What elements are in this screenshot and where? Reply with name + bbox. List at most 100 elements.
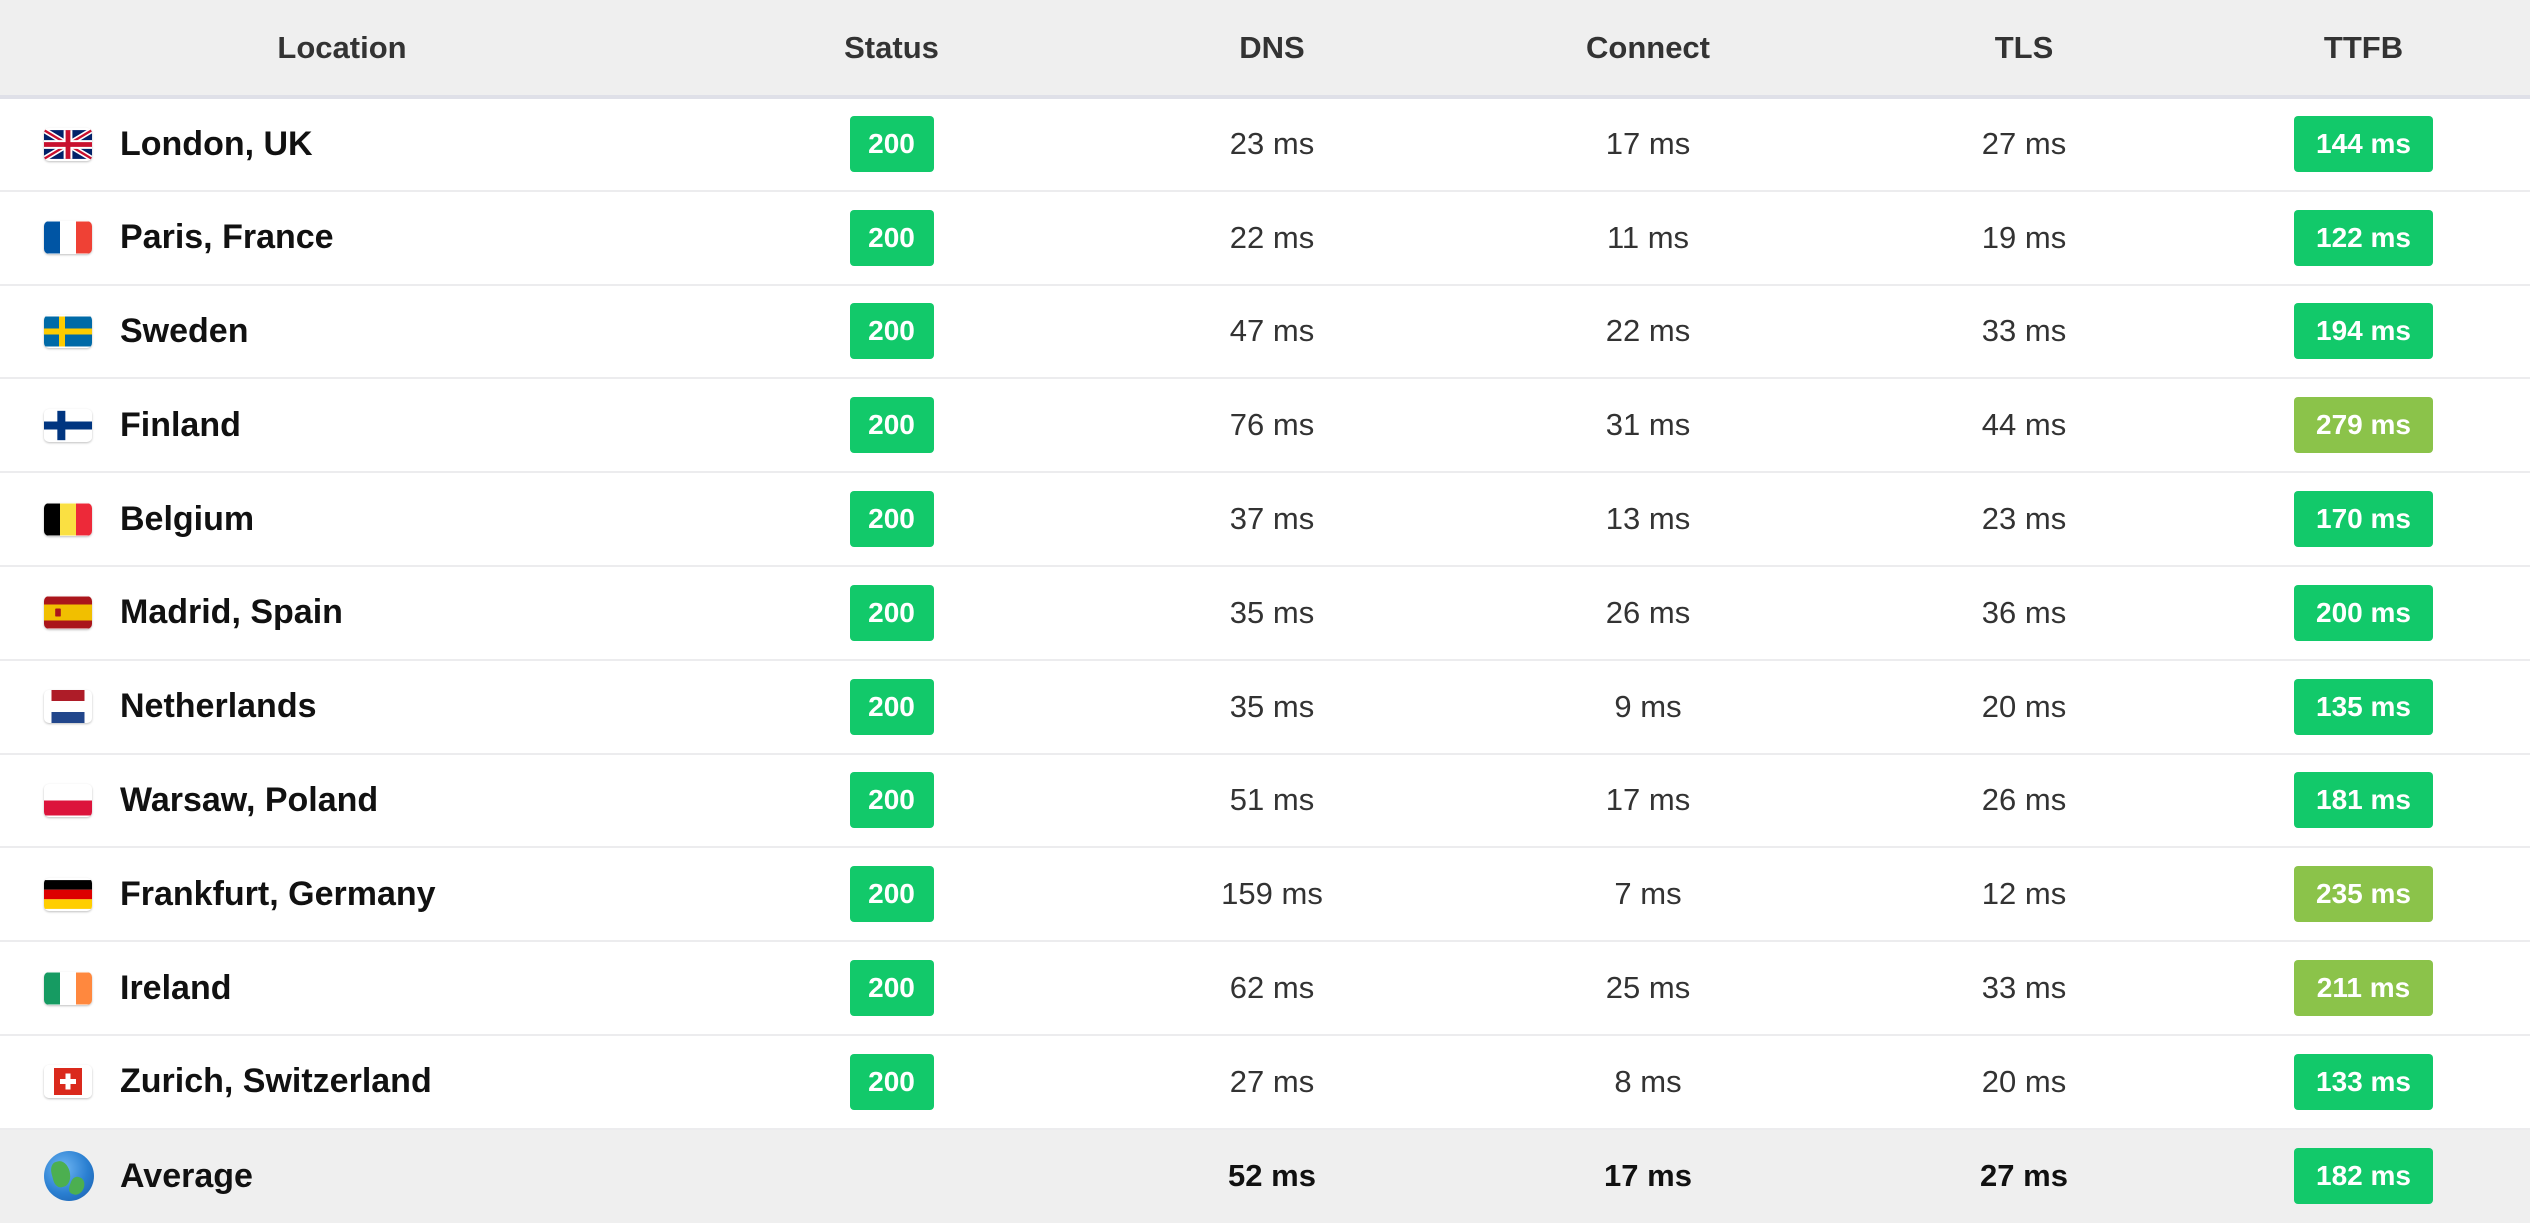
dns-value: 62 ms xyxy=(1229,970,1315,1006)
ttfb-cell: 194 ms xyxy=(2197,285,2530,379)
connect-value: 17 ms xyxy=(1605,782,1691,818)
switzerland-flag-icon xyxy=(44,1065,92,1099)
location-cell: Frankfurt, Germany xyxy=(0,847,684,941)
tls-value: 27 ms xyxy=(1981,126,2067,162)
connect-value: 26 ms xyxy=(1605,594,1691,630)
header-status[interactable]: Status xyxy=(684,0,1099,99)
location-name: Zurich, Switzerland xyxy=(120,1062,432,1101)
connect-value: 25 ms xyxy=(1605,970,1691,1006)
tls-value: 20 ms xyxy=(1981,688,2067,724)
table-row: London, UK 200 23 ms 17 ms 27 ms 144 ms xyxy=(0,97,2530,191)
dns-value: 35 ms xyxy=(1229,594,1315,630)
average-tls: 27 ms xyxy=(1980,1158,2068,1194)
location-cell: Warsaw, Poland xyxy=(0,754,684,848)
status-cell: 200 xyxy=(684,378,1099,472)
location-name: Sweden xyxy=(120,311,249,350)
connect-value: 8 ms xyxy=(1614,1063,1682,1099)
table-row: Zurich, Switzerland 200 27 ms 8 ms 20 ms 133 … xyxy=(0,1035,2530,1129)
status-cell: 200 xyxy=(684,941,1099,1035)
dns-value: 23 ms xyxy=(1229,126,1315,162)
finland-flag-icon xyxy=(44,409,92,442)
ttfb-badge: 135 ms xyxy=(2294,678,2433,735)
ttfb-badge: 133 ms xyxy=(2294,1053,2433,1110)
connect-value: 22 ms xyxy=(1605,313,1691,349)
ireland-flag-icon xyxy=(44,972,92,1005)
status-badge: 200 xyxy=(849,584,934,641)
average-row: Average 52 ms 17 ms 27 ms 182 ms xyxy=(0,1128,2530,1223)
ttfb-badge: 279 ms xyxy=(2294,397,2433,454)
average-connect: 17 ms xyxy=(1604,1158,1692,1194)
uk-flag-icon xyxy=(44,127,92,161)
germany-flag-icon xyxy=(44,878,92,911)
status-badge: 200 xyxy=(849,209,934,266)
tls-value: 12 ms xyxy=(1981,876,2067,912)
location-name: London, UK xyxy=(120,124,313,163)
status-cell: 200 xyxy=(684,1035,1099,1129)
connect-value: 7 ms xyxy=(1614,876,1682,912)
header-ttfb[interactable]: TTFB xyxy=(2197,0,2530,99)
status-cell: 200 xyxy=(684,566,1099,660)
header-row: Location Status DNS Connect TLS TTFB xyxy=(0,0,2530,99)
ttfb-badge: 122 ms xyxy=(2294,209,2433,266)
ttfb-cell: 200 ms xyxy=(2197,566,2530,660)
status-badge: 200 xyxy=(849,772,934,829)
status-cell: 200 xyxy=(684,285,1099,379)
location-name: Frankfurt, Germany xyxy=(120,874,436,913)
header-location[interactable]: Location xyxy=(0,0,684,99)
status-cell: 200 xyxy=(684,472,1099,566)
table-body: London, UK 200 23 ms 17 ms 27 ms 144 ms Paris,… xyxy=(0,97,2530,1223)
connect-value: 13 ms xyxy=(1605,501,1691,537)
ttfb-badge: 181 ms xyxy=(2294,772,2433,829)
tls-value: 26 ms xyxy=(1981,782,2067,818)
ttfb-cell: 133 ms xyxy=(2197,1035,2530,1129)
dns-value: 51 ms xyxy=(1229,782,1315,818)
connect-value: 31 ms xyxy=(1605,407,1691,443)
speed-test-table: Location Status DNS Connect TLS TTFB Lon… xyxy=(0,0,2530,1223)
average-ttfb-badge: 182 ms xyxy=(2294,1148,2433,1205)
status-badge: 200 xyxy=(849,960,934,1017)
status-badge: 200 xyxy=(849,491,934,548)
tls-value: 19 ms xyxy=(1981,219,2067,255)
ttfb-cell: 279 ms xyxy=(2197,378,2530,472)
location-cell: London, UK xyxy=(0,97,684,191)
header-connect[interactable]: Connect xyxy=(1445,0,1851,99)
location-cell: Finland xyxy=(0,378,684,472)
belgium-flag-icon xyxy=(44,503,92,536)
table-row: Finland 200 76 ms 31 ms 44 ms 279 ms xyxy=(0,378,2530,473)
ttfb-cell: 181 ms xyxy=(2197,754,2530,848)
netherlands-flag-icon xyxy=(44,690,92,724)
location-name: Warsaw, Poland xyxy=(120,780,379,819)
france-flag-icon xyxy=(44,221,92,254)
spain-flag-icon xyxy=(44,596,92,629)
ttfb-badge: 144 ms xyxy=(2294,116,2433,173)
status-cell: 200 xyxy=(684,191,1099,285)
dns-value: 35 ms xyxy=(1229,688,1315,724)
tls-value: 20 ms xyxy=(1981,1063,2067,1099)
ttfb-cell: 135 ms xyxy=(2197,660,2530,754)
status-badge: 200 xyxy=(849,397,934,454)
tls-value: 44 ms xyxy=(1981,407,2067,443)
header-dns[interactable]: DNS xyxy=(1099,0,1445,99)
tls-value: 33 ms xyxy=(1981,970,2067,1006)
status-cell: 200 xyxy=(684,97,1099,191)
dns-value: 37 ms xyxy=(1229,501,1315,537)
location-name: Finland xyxy=(120,405,241,444)
tls-value: 36 ms xyxy=(1981,594,2067,630)
table-row: Ireland 200 62 ms 25 ms 33 ms 211 ms xyxy=(0,941,2530,1035)
ttfb-badge: 211 ms xyxy=(2294,960,2433,1017)
status-badge: 200 xyxy=(849,866,934,923)
table-header: Location Status DNS Connect TLS TTFB xyxy=(0,0,2530,99)
location-cell: Netherlands xyxy=(0,660,684,754)
sweden-flag-icon xyxy=(44,315,92,348)
status-cell: 200 xyxy=(684,847,1099,941)
header-tls[interactable]: TLS xyxy=(1851,0,2197,99)
tls-value: 33 ms xyxy=(1981,313,2067,349)
ttfb-badge: 170 ms xyxy=(2294,491,2433,548)
table-row: Paris, France 200 22 ms 11 ms 19 ms 122 ms xyxy=(0,191,2530,285)
status-cell: 200 xyxy=(684,660,1099,754)
dns-value: 159 ms xyxy=(1221,876,1323,912)
location-cell: Madrid, Spain xyxy=(0,566,684,660)
table-row: Warsaw, Poland 200 51 ms 17 ms 26 ms 181 ms xyxy=(0,754,2530,848)
connect-value: 17 ms xyxy=(1605,126,1691,162)
connect-value: 11 ms xyxy=(1606,219,1690,255)
